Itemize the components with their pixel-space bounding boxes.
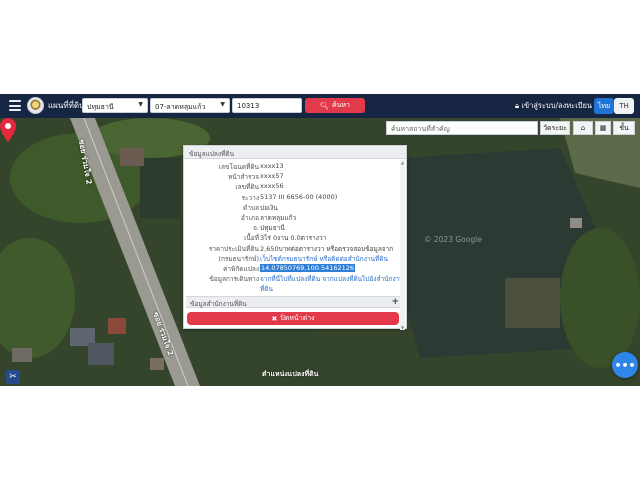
info-row: ค่าพิกัดแปลง 14.07850769,100.54162126 [184,264,399,274]
scroll-up-icon[interactable]: ▲ [400,160,405,165]
info-row-value: บ่อเงิน [260,203,278,212]
scroll-down-icon[interactable]: ▼ [400,325,405,330]
chevron-down-icon: ▼ [220,101,225,108]
info-row: จ. ปทุมธานี [184,223,399,233]
info-row: ตำบล บ่อเงิน [184,203,399,213]
info-row-label: เลขที่ดิน [235,183,259,192]
top-navbar: แผนที่ที่ดิน ปทุมธานี ▼ 07-ลาดหลุมแก้ว ▼… [0,94,640,118]
login-link[interactable]: 🔒︎ เข้าสู่ระบบ/ลงทะเบียน [515,100,592,112]
search-button[interactable]: 🔍︎ ค้นหา [305,98,365,113]
parcel-number-input[interactable]: 10313 [232,98,302,113]
login-label: เข้าสู่ระบบ/ลงทะเบียน [521,101,593,110]
land-office-section-toggle[interactable]: ข้อมูลสำนักงานที่ดิน + [186,296,402,308]
close-window-button[interactable]: ✖ ปิดหน้าต่าง [187,312,399,325]
app-title: แผนที่ที่ดิน [48,101,85,110]
info-row: ข้อมูลการเดินทาง จากที่นี่ไปที่แปลงที่ดิน… [184,274,403,284]
home-icon[interactable]: ⌂ [573,121,593,135]
info-row: เนื้อที่ 3ไร่ 0งาน 0.0ตารางวา [184,233,399,243]
info-row-value: ลาดหลุมแก้ว [260,214,297,222]
search-button-label: ค้นหา [331,101,350,109]
close-window-label: ปิดหน้าต่าง [280,314,315,322]
map-copyright: © 2023 Google [424,235,482,244]
info-row-link[interactable]: เว็บไซต์กรมธนารักษ์ หรือติดต่อสำนักงานที… [260,254,388,264]
info-row-value: xxxx57 [260,172,284,181]
info-row-value[interactable]: 14.07850769,100.54162126 [260,264,356,272]
info-row-value: 5137 III 6656-00 (4000) [260,192,338,201]
info-row: (กรมธนารักษ์) เว็บไซต์กรมธนารักษ์ หรือติด… [184,254,399,264]
info-row: ระวาง 5137 III 6656-00 (4000) [184,193,399,203]
province-select-value: ปทุมธานี [87,103,114,111]
popup-header: ข้อมูลแปลงที่ดิน [184,146,406,159]
tools-icon[interactable]: ✂ [6,370,20,384]
info-row-link[interactable]: จากที่นี่ไปที่แปลงที่ดิน จากแปลงที่ดินไป… [260,274,404,284]
search-icon: 🔍︎ [320,101,329,110]
parcel-info-popup: ข้อมูลแปลงที่ดิน เลขโฉนดที่ดิน xxxx13 หน้า… [183,145,408,330]
location-pin-icon[interactable] [0,118,16,142]
measure-button[interactable]: วัดระยะ [540,121,570,135]
marker-label: ตำแหน่งแปลงที่ดิน [262,370,319,378]
info-row-value: xxxx56 [260,182,284,191]
info-row: อำเภอ ลาดหลุมแก้ว [184,213,399,223]
info-row-label: ราคาประเมินที่ดิน [208,244,259,253]
popup-scrollbar[interactable]: ▲ ▼ [400,160,405,330]
info-row: เลขที่ดิน xxxx56 [184,182,399,192]
info-row: ที่ดิน [184,284,399,294]
satellite-map[interactable]: ซอย ร่วมใจ 2 ซอย ร่วมใจ 2 © 2023 Google … [0,118,640,386]
info-row-label: หน้าสำรวจ [228,173,259,182]
app-window: แผนที่ที่ดิน ปทุมธานี ▼ 07-ลาดหลุมแก้ว ▼… [0,94,640,386]
info-row-label: ค่าพิกัดแปลง [223,265,259,273]
layers-button[interactable]: ชั้น [613,121,635,135]
info-row: ราคาประเมินที่ดิน 2,650บาทต่อตารางวา หรือ… [184,244,399,254]
popup-header-title: ข้อมูลแปลงที่ดิน [189,150,235,158]
district-select[interactable]: 07-ลาดหลุมแก้ว ▼ [150,98,230,113]
info-row-label: ตำบล [243,203,259,212]
info-row-link[interactable]: ที่ดิน [260,284,273,294]
lock-icon: 🔒︎ [515,101,519,110]
info-row-label: (กรมธนารักษ์) [218,254,259,263]
lang-th-button[interactable]: ไทย [594,98,614,114]
info-row-label: ระวาง [241,193,259,202]
info-row-value: 3ไร่ 0งาน 0.0ตารางวา [260,234,327,243]
parcel-info-table: เลขโฉนดที่ดิน xxxx13 หน้าสำรวจ xxxx57 เลขที่… [184,160,408,296]
info-row: หน้าสำรวจ xxxx57 [184,172,399,182]
info-row-label: เลขโฉนดที่ดิน [218,163,259,171]
info-row-label: เนื้อที่ [244,234,259,243]
info-row-value: xxxx13 [260,162,284,170]
province-select[interactable]: ปทุมธานี ▼ [82,98,148,113]
more-options-button[interactable]: ••• [612,352,638,378]
grid-icon[interactable]: ▦ [595,121,611,135]
info-row-value: 2,650บาทต่อตารางวา หรือตรวจสอบข้อมูลจาก [260,244,394,253]
place-search-input[interactable]: ค้นหาสถานที่สำคัญ [386,121,538,135]
chevron-down-icon: ▼ [138,101,143,108]
info-row-label: อำเภอ [241,214,259,222]
lang-en-button[interactable]: TH [614,98,634,114]
info-row-label: ข้อมูลการเดินทาง [209,275,259,284]
expand-plus-icon: + [391,297,399,307]
info-row-value: ปทุมธานี [260,224,285,233]
info-row-label: จ. [253,224,259,233]
info-row: เลขโฉนดที่ดิน xxxx13 [184,162,399,172]
land-office-section-label: ข้อมูลสำนักงานที่ดิน [190,300,247,308]
district-select-value: 07-ลาดหลุมแก้ว [155,103,206,111]
department-logo [27,97,44,114]
close-x-icon: ✖ [271,314,278,323]
hamburger-menu-icon[interactable] [9,100,21,111]
